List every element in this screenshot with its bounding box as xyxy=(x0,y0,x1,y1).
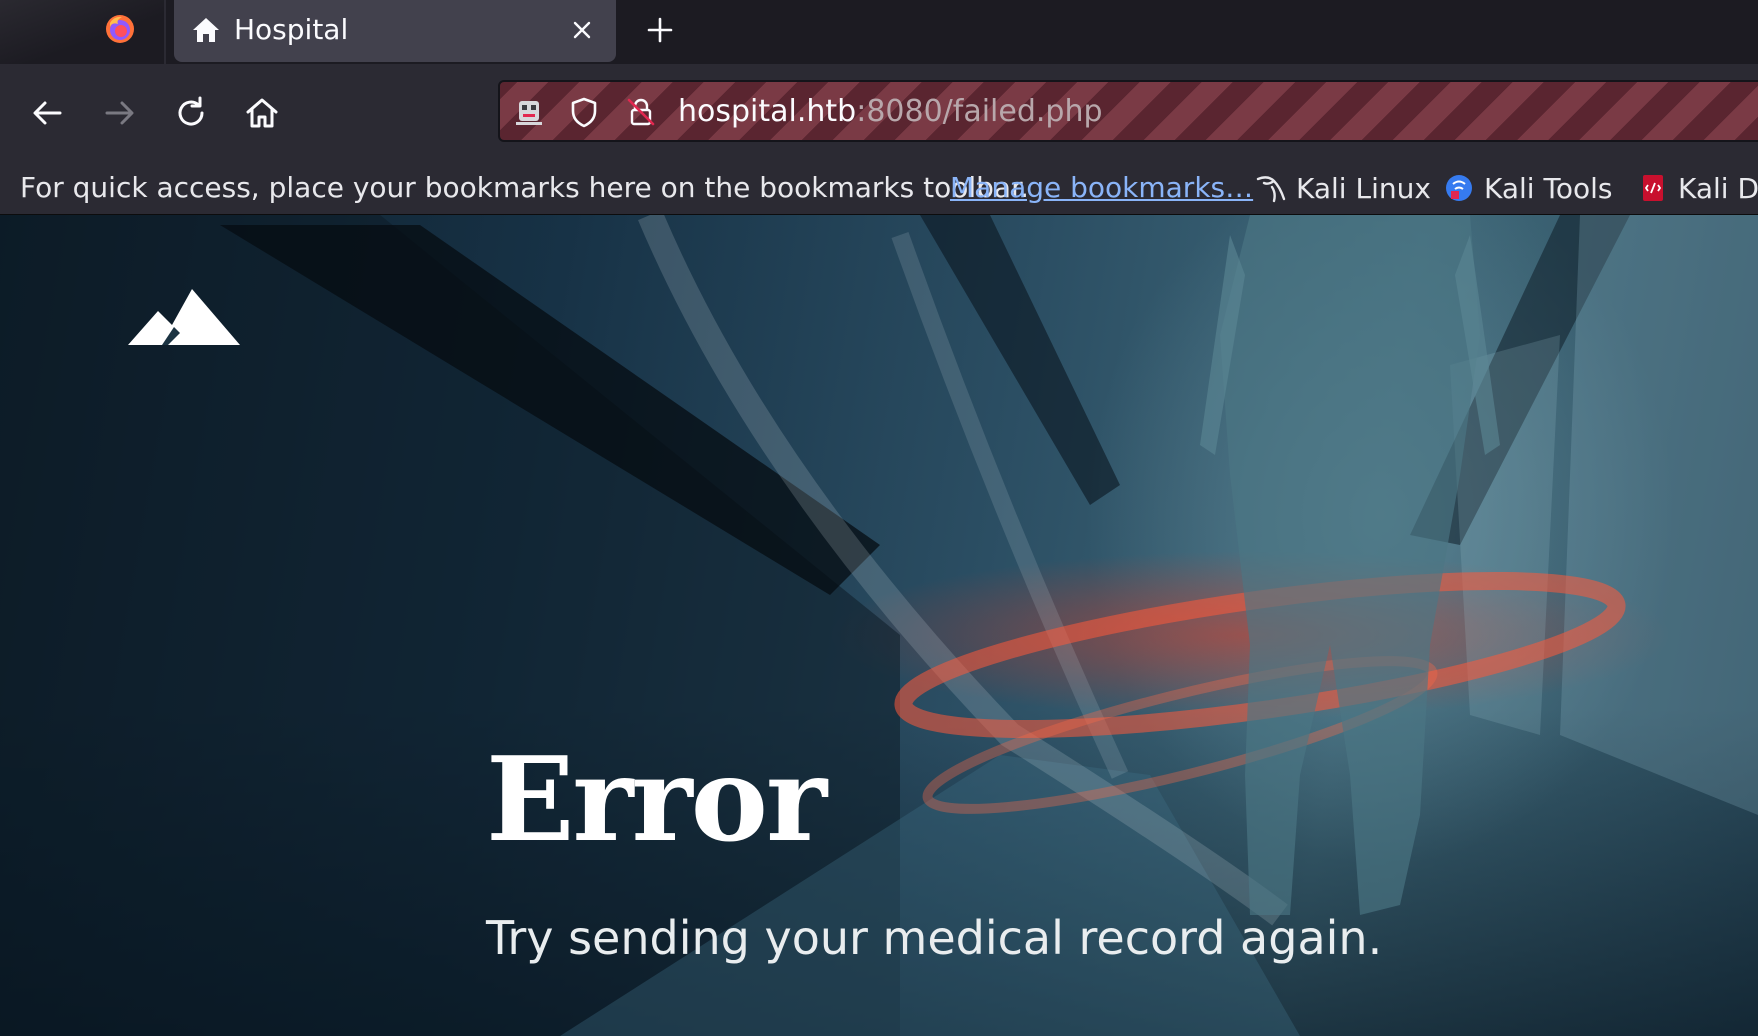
new-tab-icon[interactable] xyxy=(644,14,676,46)
tab-hospital[interactable]: Hospital xyxy=(174,0,616,62)
back-icon[interactable] xyxy=(28,93,68,133)
url-path: :8080/failed.php xyxy=(856,94,1103,129)
bookmark-label: Kali Tools xyxy=(1484,171,1613,205)
bookmark-kali-docs[interactable]: Kali Do xyxy=(1636,171,1758,205)
navigation-toolbar: hospital.htb:8080/failed.php xyxy=(0,64,1758,162)
insecure-lock-icon[interactable] xyxy=(624,95,658,129)
tab-strip: Hospital xyxy=(0,0,1758,64)
kali-dragon-icon xyxy=(1256,176,1286,203)
bookmarks-toolbar: For quick access, place your bookmarks h… xyxy=(0,162,1758,215)
bookmarks-hint-text: For quick access, place your bookmarks h… xyxy=(20,171,1029,204)
bookmark-kali-tools[interactable]: Kali Tools xyxy=(1442,171,1612,205)
url-text[interactable]: hospital.htb:8080/failed.php xyxy=(678,95,1103,129)
bookmark-label: Kali Linux xyxy=(1296,171,1431,205)
tab-title: Hospital xyxy=(234,13,349,46)
firefox-icon[interactable] xyxy=(104,13,136,45)
manage-bookmarks-link[interactable]: Manage bookmarks… xyxy=(950,171,1253,205)
close-tab-icon[interactable] xyxy=(566,14,598,46)
bookmark-kali-linux[interactable]: Kali Linux xyxy=(1254,171,1431,205)
kali-docs-icon xyxy=(1643,175,1663,201)
firefox-view-area[interactable] xyxy=(0,0,166,64)
bookmark-label: Kali Do xyxy=(1678,171,1758,205)
address-bar[interactable]: hospital.htb:8080/failed.php xyxy=(498,80,1758,142)
mountain-logo-icon xyxy=(128,289,240,345)
error-message: Try sending your medical record again. xyxy=(486,911,1383,965)
url-host: hospital.htb xyxy=(678,94,857,129)
hero-section: Error Try sending your medical record ag… xyxy=(0,215,1758,1036)
tracking-protection-shield-icon[interactable] xyxy=(567,95,601,129)
remote-control-robot-icon[interactable] xyxy=(512,95,546,129)
home-button-icon[interactable] xyxy=(242,93,282,133)
home-icon xyxy=(193,18,219,42)
error-title: Error xyxy=(486,732,827,868)
reload-icon[interactable] xyxy=(171,93,211,133)
kali-tools-icon xyxy=(1446,175,1472,201)
forward-icon[interactable] xyxy=(99,93,139,133)
